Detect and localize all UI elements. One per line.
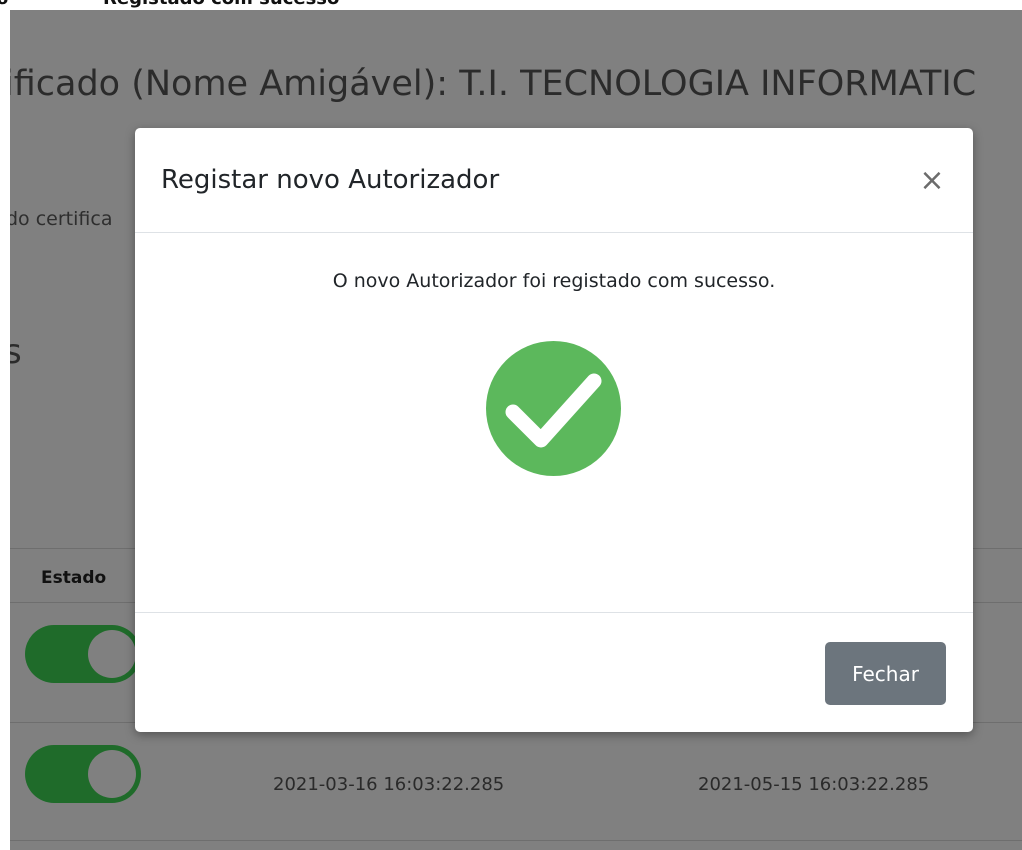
caption-number: 6 — [0, 0, 9, 9]
table-cell-end-date: 2021-05-15 16:03:22.285 — [698, 774, 930, 795]
success-message: O novo Autorizador foi registado com suc… — [332, 270, 776, 292]
page-title: ificado (Nome Amigável): T.I. TECNOLOGIA… — [10, 64, 977, 104]
section-heading: s — [10, 332, 22, 372]
modal-title: Registar novo Autorizador — [161, 165, 500, 195]
column-header-estado: Estado — [41, 568, 107, 588]
check-circle-icon — [486, 341, 621, 476]
table-divider — [10, 840, 1022, 841]
top-caption: 6 Registado com sucesso — [0, 0, 1022, 10]
certificate-description: do certifica — [10, 208, 113, 230]
close-button[interactable]: Fechar — [825, 642, 946, 705]
toggle-knob — [88, 630, 136, 678]
close-icon[interactable]: × — [915, 164, 949, 198]
toggle-knob — [88, 750, 136, 798]
modal-header: Registar novo Autorizador × — [135, 128, 973, 233]
table-cell-start-date: 2021-03-16 16:03:22.285 — [273, 774, 505, 795]
status-toggle[interactable] — [25, 625, 141, 683]
status-toggle[interactable] — [25, 745, 141, 803]
caption-text: Registado com sucesso — [103, 0, 339, 9]
success-modal: Registar novo Autorizador × O novo Autor… — [135, 128, 973, 732]
modal-footer: Fechar — [135, 612, 973, 733]
page-backdrop: ificado (Nome Amigável): T.I. TECNOLOGIA… — [10, 10, 1022, 850]
